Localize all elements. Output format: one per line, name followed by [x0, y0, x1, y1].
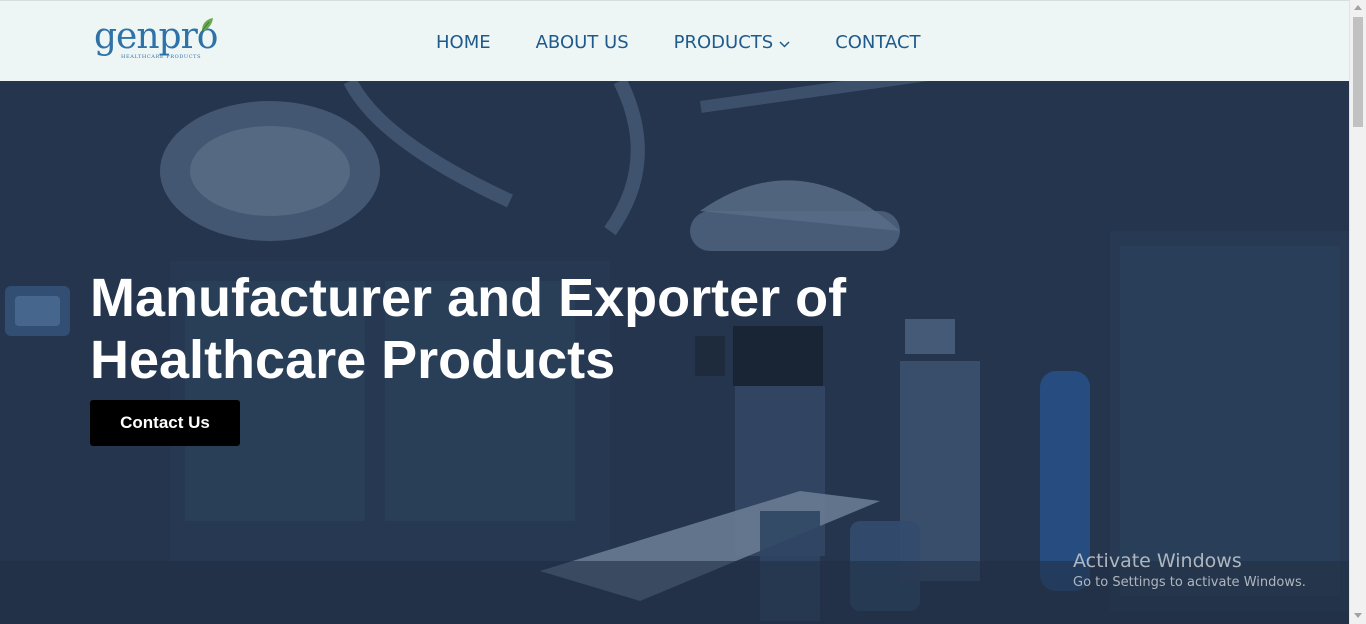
vertical-scrollbar[interactable] [1349, 0, 1366, 624]
hero-title: Manufacturer and Exporter of Healthcare … [90, 268, 847, 390]
logo-wordmark: genpro [94, 16, 218, 57]
windows-activation-watermark: Activate Windows Go to Settings to activ… [1073, 549, 1306, 592]
hero-section: Manufacturer and Exporter of Healthcare … [0, 81, 1349, 624]
contact-us-label: Contact Us [120, 413, 210, 432]
watermark-title: Activate Windows [1073, 550, 1242, 572]
nav-about-label: ABOUT US [535, 32, 629, 53]
nav-products[interactable]: PRODUCTS [674, 31, 791, 55]
genpro-logo[interactable]: genpro HEALTHCARE PRODUCTS [94, 16, 218, 71]
site-header: genpro HEALTHCARE PRODUCTS HOME ABOUT US… [0, 0, 1349, 81]
nav-home-label: HOME [436, 32, 491, 53]
main-nav: HOME ABOUT US PRODUCTS CONTACT [436, 31, 921, 55]
scroll-down-arrow-icon[interactable] [1354, 613, 1362, 618]
scrollbar-thumb[interactable] [1353, 17, 1363, 127]
leaf-icon [201, 18, 213, 32]
chevron-down-icon [779, 40, 790, 48]
watermark-subtitle: Go to Settings to activate Windows. [1073, 575, 1306, 590]
logo-tagline: HEALTHCARE PRODUCTS [121, 54, 202, 60]
nav-products-label: PRODUCTS [673, 32, 774, 53]
nav-about-us[interactable]: ABOUT US [536, 31, 629, 55]
nav-contact-label: CONTACT [835, 32, 921, 53]
contact-us-button[interactable]: Contact Us [90, 400, 240, 446]
scroll-up-arrow-icon[interactable] [1354, 5, 1362, 10]
nav-home[interactable]: HOME [436, 31, 491, 55]
nav-contact[interactable]: CONTACT [835, 31, 920, 55]
